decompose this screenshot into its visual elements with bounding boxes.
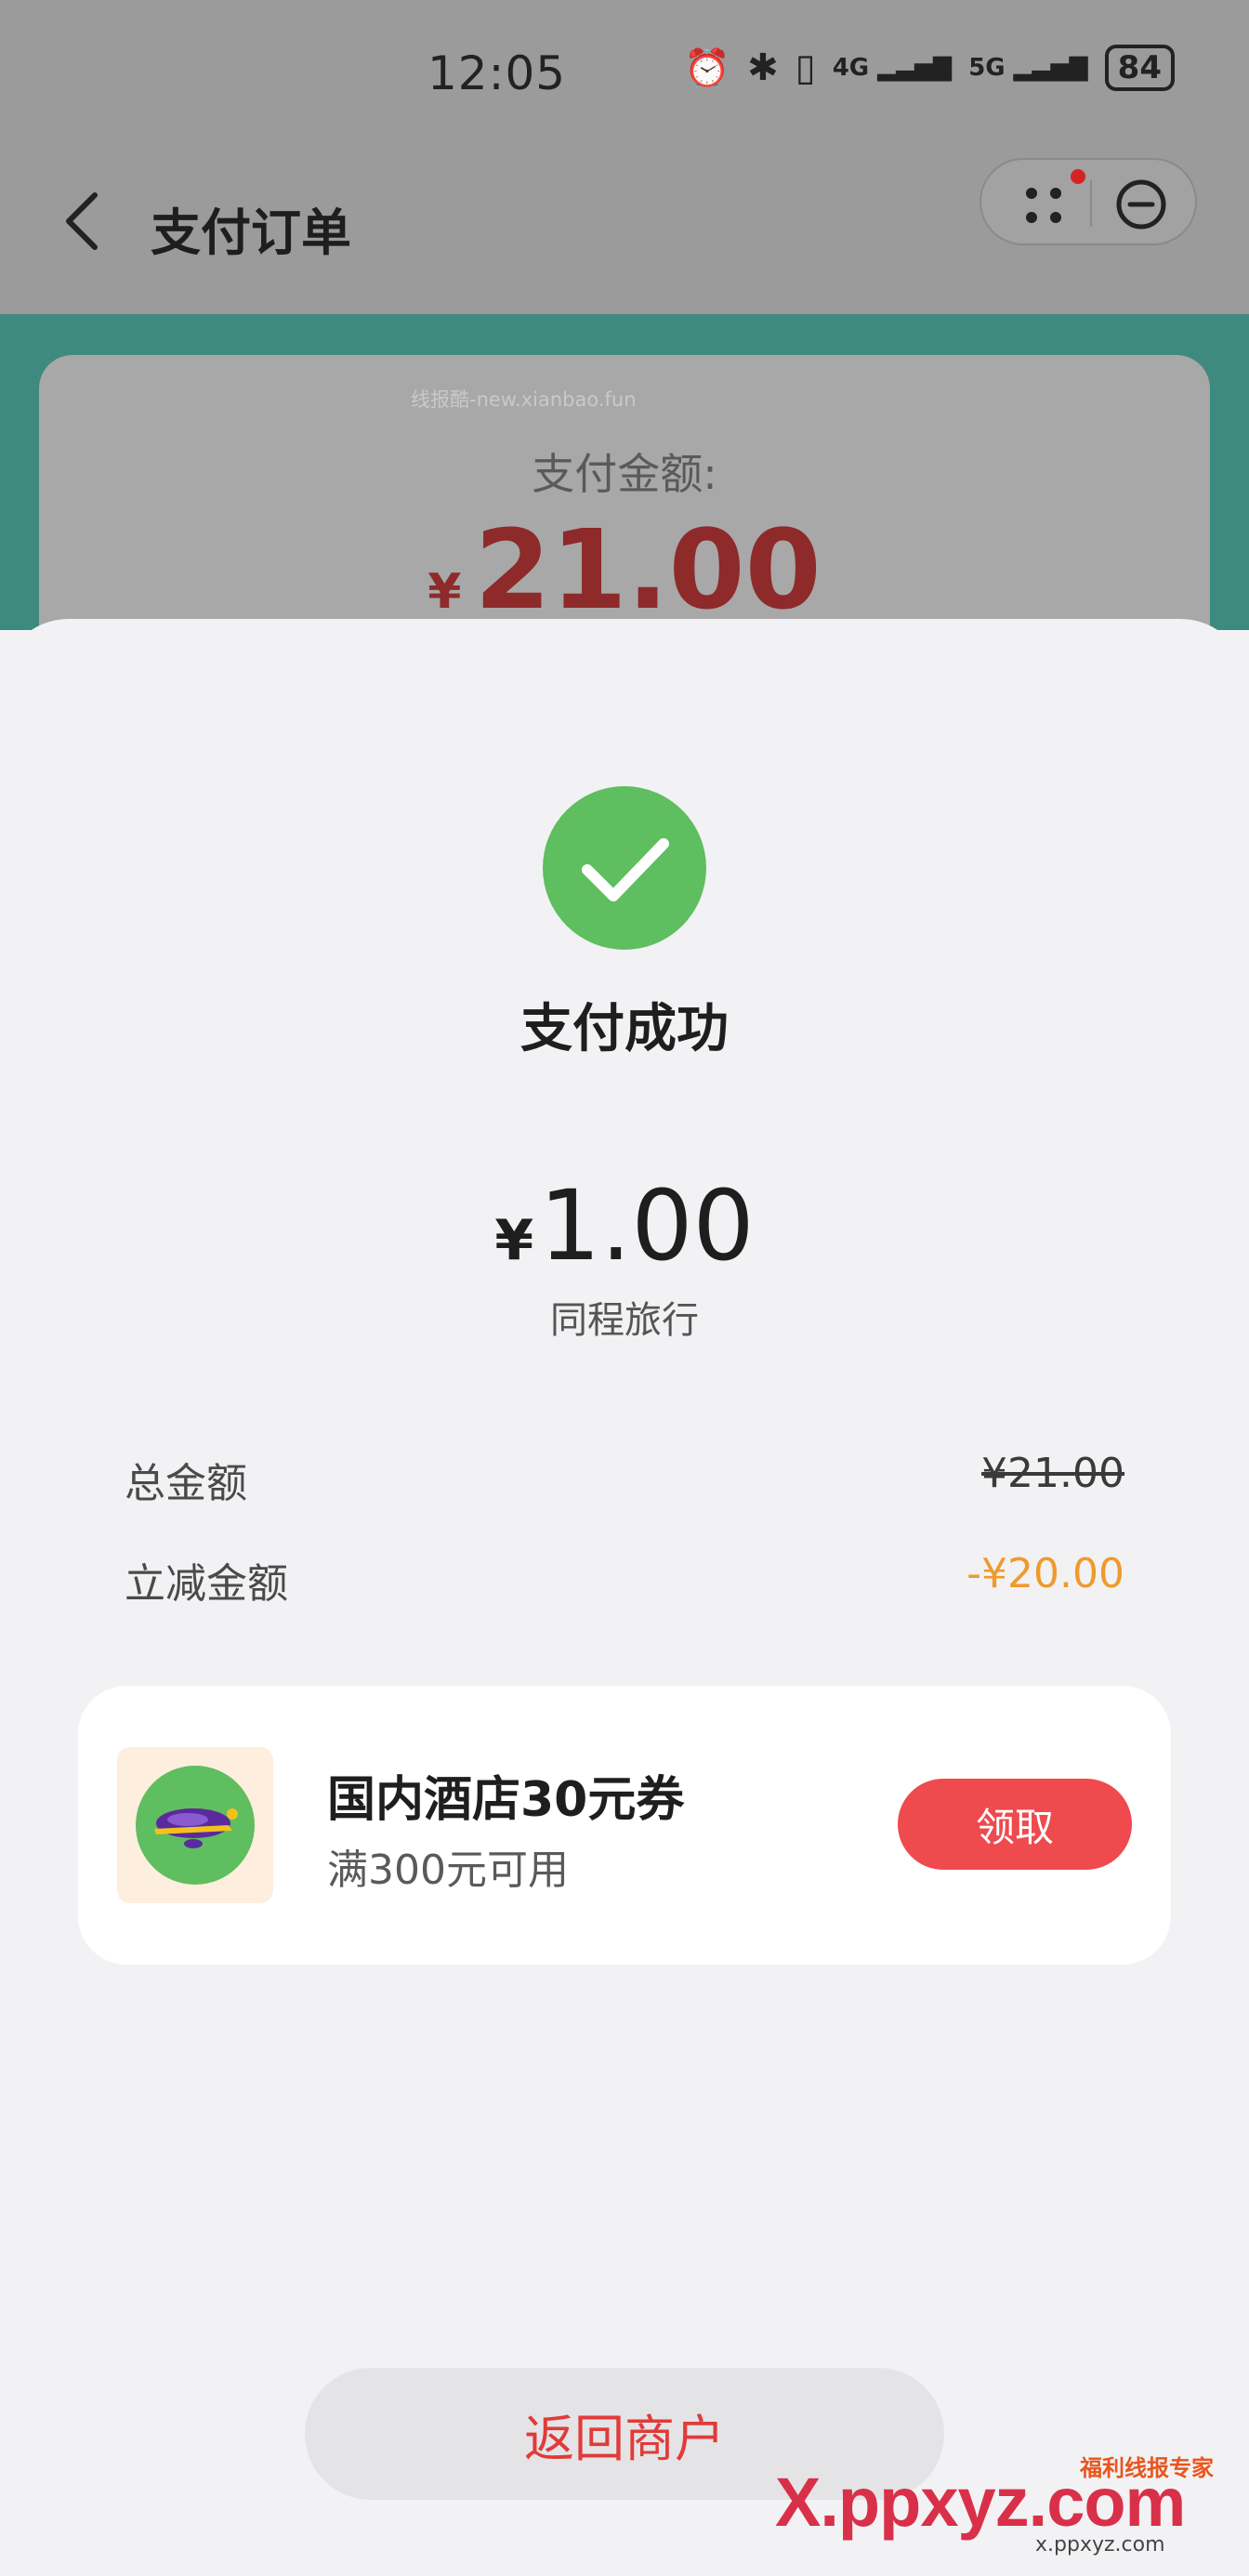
- payment-amount-label: 支付金额:: [532, 449, 717, 499]
- coupon-condition: 满300元可用: [327, 1847, 569, 1894]
- signal-4g-icon: 4G ▂▃▅▇: [832, 54, 953, 82]
- back-icon[interactable]: [61, 191, 102, 251]
- status-time: 12:05: [427, 46, 567, 100]
- battery-icon: 84: [1104, 45, 1175, 91]
- paid-amount-value: 1.00: [539, 1169, 755, 1282]
- payment-amount: ¥21.00: [0, 506, 1249, 634]
- vibrate-icon: ▯: [795, 46, 816, 89]
- airship-logo-icon: [136, 1766, 255, 1885]
- signal-4g-label: 4G: [832, 54, 870, 82]
- payment-currency: ¥: [427, 564, 462, 620]
- paid-currency: ¥: [494, 1208, 534, 1273]
- coupon-card: 国内酒店30元券 满300元可用 领取: [78, 1686, 1171, 1965]
- total-amount-label: 总金额: [125, 1460, 247, 1507]
- alarm-icon: ⏰: [684, 46, 731, 90]
- claim-coupon-button[interactable]: 领取: [898, 1779, 1132, 1870]
- status-icons: ⏰ ✱ ▯ 4G ▂▃▅▇ 5G ▂▃▅▇ 84: [684, 45, 1175, 91]
- capsule-divider: [1090, 180, 1092, 227]
- paid-amount: ¥1.00: [0, 1169, 1249, 1282]
- bluetooth-icon: ✱: [747, 46, 779, 89]
- more-menu-icon[interactable]: [1020, 184, 1067, 227]
- notification-dot: [1071, 169, 1085, 184]
- coupon-logo: [117, 1747, 273, 1903]
- signal-5g-icon: 5G ▂▃▅▇: [968, 54, 1088, 82]
- merchant-name: 同程旅行: [550, 1299, 699, 1342]
- page-title: 支付订单: [151, 204, 351, 262]
- success-check-icon: [543, 786, 706, 950]
- total-amount-value: ¥21.00: [981, 1450, 1124, 1497]
- close-miniapp-icon[interactable]: [1115, 178, 1167, 230]
- discount-value: -¥20.00: [966, 1550, 1124, 1597]
- payment-amount-value: 21.00: [474, 506, 822, 634]
- success-title: 支付成功: [520, 999, 729, 1059]
- watermark-text: 线报酷-new.xianbao.fun: [411, 388, 637, 411]
- miniapp-capsule: [979, 158, 1197, 245]
- coupon-title: 国内酒店30元券: [327, 1772, 685, 1828]
- watermark-url: x.ppxyz.com: [1035, 2533, 1165, 2556]
- discount-label: 立减金额: [125, 1560, 288, 1608]
- battery-level: 84: [1117, 49, 1162, 86]
- watermark-logo: X.ppxyz.com: [775, 2464, 1186, 2541]
- signal-5g-label: 5G: [968, 54, 1006, 82]
